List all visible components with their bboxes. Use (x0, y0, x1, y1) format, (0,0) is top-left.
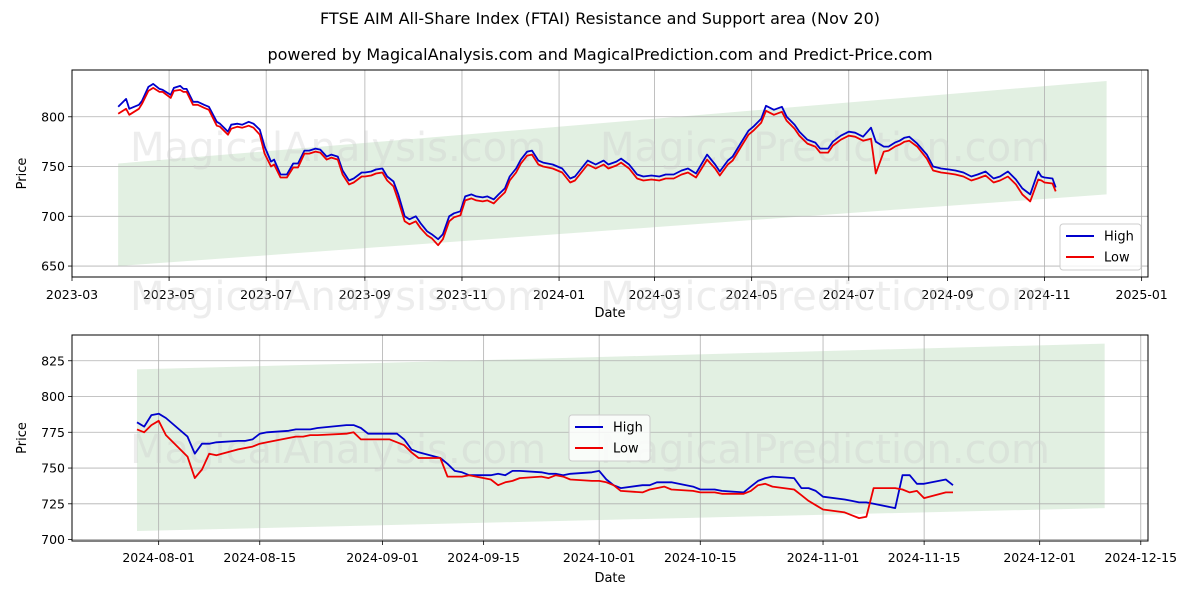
watermark-text: MagicalPrediction.com (600, 427, 1050, 473)
x-tick-label: 2024-11-01 (787, 550, 860, 565)
y-tick-label: 650 (41, 259, 65, 274)
y-tick-label: 800 (41, 109, 65, 124)
y-tick-label: 750 (41, 159, 65, 174)
y-tick-label: 700 (41, 209, 65, 224)
y-tick-label: 700 (41, 532, 65, 547)
x-tick-label: 2024-12-15 (1104, 550, 1177, 565)
y-tick-label: 775 (41, 425, 65, 440)
y-tick-label: 825 (41, 353, 65, 368)
legend-label-low: Low (613, 442, 639, 457)
y-tick-label: 725 (41, 496, 65, 511)
x-tick-label: 2024-11-15 (888, 550, 961, 565)
charts-canvas: 2023-03 2023-05 2023-07 2023-09 2023-11 2024-… (15, 69, 1177, 586)
watermark-text: MagicalAnalysis.com (130, 125, 546, 171)
x-axis-label: Date (594, 571, 625, 586)
y-axis-label: Price (15, 158, 30, 190)
x-tick-label: 2024-12-01 (1003, 550, 1076, 565)
x-tick-label: 2024-08-15 (223, 550, 296, 565)
legend-label-high: High (613, 421, 643, 436)
legend-label-low: Low (1104, 251, 1130, 266)
x-tick-label: 2024-09-15 (447, 550, 520, 565)
y-tick-label: 750 (41, 461, 65, 476)
watermark-text: MagicalPrediction.com (600, 274, 1050, 320)
y-axis-label: Price (15, 422, 30, 454)
watermark-text: MagicalAnalysis.com (130, 274, 546, 320)
legend-label-high: High (1104, 230, 1134, 245)
x-tick-label: 2024-10-15 (664, 550, 737, 565)
y-tick-label: 800 (41, 389, 65, 404)
x-tick-label: 2024-08-01 (122, 550, 195, 565)
x-tick-label: 2024-09-01 (346, 550, 419, 565)
chart-panel-2: 2024-08-01 2024-08-15 2024-09-01 2024-09-15… (15, 334, 1177, 586)
x-tick-label: 2023-03 (46, 287, 98, 302)
x-tick-label: 2024-10-01 (563, 550, 636, 565)
x-tick-label: 2025-01 (1116, 287, 1168, 302)
